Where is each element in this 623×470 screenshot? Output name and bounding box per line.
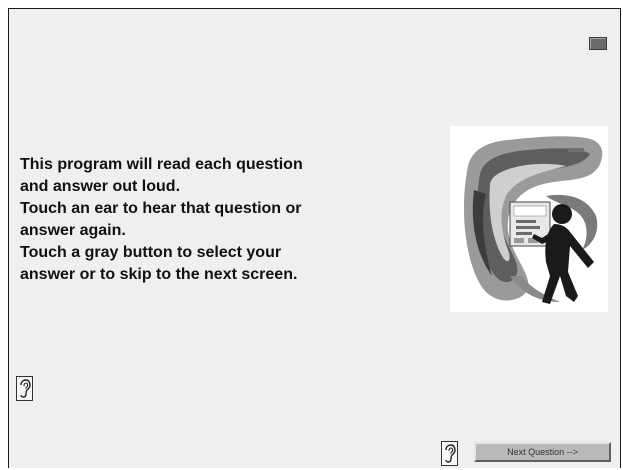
instruction-line: This program will read each question: [20, 156, 303, 173]
ear-button[interactable]: [16, 376, 33, 401]
instruction-line: Touch an ear to hear that question or: [20, 200, 302, 217]
next-question-button[interactable]: Next Question -->: [474, 442, 611, 462]
instruction-line: answer again.: [20, 222, 126, 239]
program-screen: This program will read each question and…: [8, 8, 621, 468]
instructions-text: This program will read each question and…: [20, 154, 420, 286]
ear-button[interactable]: [441, 441, 458, 466]
window-icon[interactable]: [589, 37, 607, 50]
instruction-line: and answer out loud.: [20, 178, 181, 195]
ear-icon: [20, 379, 31, 398]
instruction-line: Touch a gray button to select your: [20, 244, 282, 261]
ear-icon: [445, 444, 456, 463]
kiosk-illustration: [450, 126, 608, 312]
instruction-line: answer or to skip to the next screen.: [20, 266, 298, 283]
kiosk-illustration-graphic: [464, 136, 603, 304]
